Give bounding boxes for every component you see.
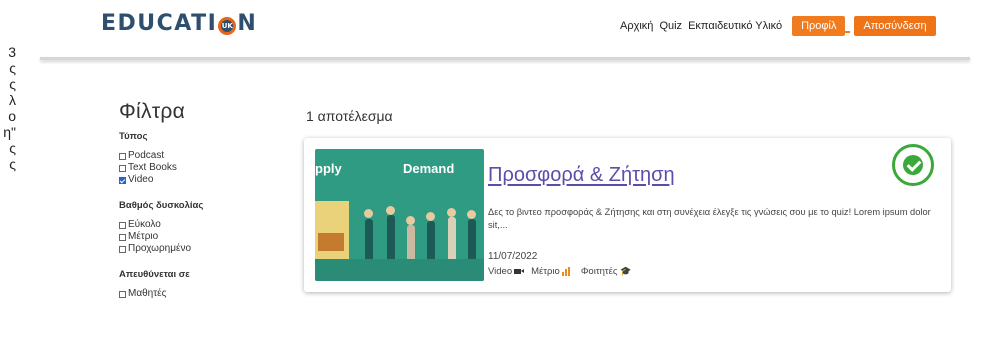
thumbnail-text-right: Demand xyxy=(403,161,455,176)
result-meta: Video Μέτριο Φοιτητές 🎓 xyxy=(488,266,642,277)
person-illustration xyxy=(365,219,373,259)
recommended-badge-icon xyxy=(892,144,934,186)
logo-badge-icon: UK xyxy=(218,17,237,35)
nav-link-educational-material[interactable]: Εκπαιδευτικό Υλικό xyxy=(688,20,782,32)
clipped-char: ς xyxy=(9,156,16,172)
clipped-side-text: 3 ς ς λ ο η" ς ς xyxy=(0,44,16,172)
filter-option-label: Μέτριο xyxy=(128,231,159,242)
filters-title: Φίλτρα xyxy=(119,100,186,123)
filter-option-podcast[interactable]: Podcast xyxy=(119,150,269,162)
checkbox[interactable] xyxy=(119,164,126,172)
person-illustration xyxy=(387,215,395,259)
top-header: EDUCATI UK N Αρχική Quiz Εκπαιδευτικό Υλικ… xyxy=(0,0,982,60)
profile-button[interactable]: Προφίλ xyxy=(792,16,846,36)
checkbox[interactable] xyxy=(119,233,126,241)
video-camera-icon xyxy=(514,269,525,274)
checkbox[interactable] xyxy=(119,290,126,298)
person-illustration xyxy=(407,225,415,259)
logout-button[interactable]: Αποσύνδεση xyxy=(854,16,936,36)
clipped-char: ς xyxy=(9,76,16,92)
main-nav: Αρχική Quiz Εκπαιδευτικό Υλικό Προφίλ Απ… xyxy=(620,16,936,36)
clipped-char: ς xyxy=(9,140,16,156)
clipped-char: ο xyxy=(8,108,16,124)
filter-option-medium[interactable]: Μέτριο xyxy=(119,231,269,243)
filter-group-difficulty: Βαθμός δυσκολίας Εύκολο Μέτριο Προχωρημέ… xyxy=(119,200,269,255)
result-card[interactable]: pply Demand Προσφορά & Ζήτηση Δες το βιν… xyxy=(304,138,951,292)
header-divider xyxy=(40,57,970,60)
logo-text-suffix: N xyxy=(237,11,258,36)
filter-option-label: Μαθητές xyxy=(128,288,167,299)
person-illustration xyxy=(427,221,435,259)
filter-group-type: Τύπος Podcast Text Books Video xyxy=(119,131,269,186)
result-date: 11/07/2022 xyxy=(488,251,538,262)
clipped-char: η" xyxy=(3,124,16,140)
filter-option-label: Προχωρημένο xyxy=(128,243,192,254)
person-head xyxy=(447,208,456,217)
person-illustration xyxy=(448,217,456,259)
filter-option-video[interactable]: Video xyxy=(119,174,269,186)
filter-option-advanced[interactable]: Προχωρημένο xyxy=(119,243,269,255)
person-illustration xyxy=(468,219,476,259)
clipped-char: ς xyxy=(9,60,16,76)
checkbox-checked[interactable] xyxy=(119,176,126,184)
person-head xyxy=(426,212,435,221)
filter-option-label: Εύκολο xyxy=(128,219,161,230)
filter-option-label: Text Books xyxy=(128,162,177,173)
filter-group-title: Απευθύνεται σε xyxy=(119,269,190,280)
filter-option-label: Video xyxy=(128,174,154,185)
filters-panel: Φίλτρα Τύπος Podcast Text Books Video Βα… xyxy=(119,100,269,314)
site-logo[interactable]: EDUCATI UK N xyxy=(101,11,257,36)
ground-illustration xyxy=(315,259,484,281)
filter-group-audience: Απευθύνεται σε Μαθητές xyxy=(119,269,269,300)
clipped-char: λ xyxy=(9,92,16,108)
nav-link-quiz[interactable]: Quiz xyxy=(659,20,682,32)
result-description: Δες το βιντεο προσφοράς & Ζήτησης και στ… xyxy=(488,207,931,230)
graduation-cap-icon: 🎓 xyxy=(620,266,632,276)
filter-option-label: Podcast xyxy=(128,150,165,161)
meta-difficulty-label: Μέτριο xyxy=(531,266,560,277)
nav-link-home[interactable]: Αρχική xyxy=(620,20,653,32)
filter-option-text-books[interactable]: Text Books xyxy=(119,162,269,174)
meta-type: Video xyxy=(488,266,525,277)
filter-option-students[interactable]: Μαθητές xyxy=(119,288,269,300)
result-title-link[interactable]: Προσφορά & Ζήτηση xyxy=(488,164,675,187)
checkbox[interactable] xyxy=(119,245,126,253)
nav-separator xyxy=(845,31,851,33)
thumbnail-text-left: pply xyxy=(315,161,342,176)
difficulty-bars-icon xyxy=(561,267,571,276)
meta-audience: Φοιτητές 🎓 xyxy=(581,266,632,277)
person-head xyxy=(364,209,373,218)
person-head xyxy=(406,216,415,225)
meta-difficulty: Μέτριο xyxy=(531,266,571,277)
meta-audience-label: Φοιτητές xyxy=(580,266,618,277)
video-thumbnail[interactable]: pply Demand xyxy=(315,149,484,281)
person-head xyxy=(467,210,476,219)
checkmark-icon xyxy=(903,155,923,175)
logo-text-prefix: EDUCATI xyxy=(101,11,218,36)
meta-type-label: Video xyxy=(488,266,513,277)
filter-option-easy[interactable]: Εύκολο xyxy=(119,219,269,231)
person-head xyxy=(386,206,395,215)
filter-group-title: Τύπος xyxy=(119,131,148,142)
filter-group-title: Βαθμός δυσκολίας xyxy=(119,200,204,211)
results-count: 1 αποτέλεσμα xyxy=(306,108,393,124)
checkbox[interactable] xyxy=(119,152,126,160)
checkbox[interactable] xyxy=(119,221,126,229)
